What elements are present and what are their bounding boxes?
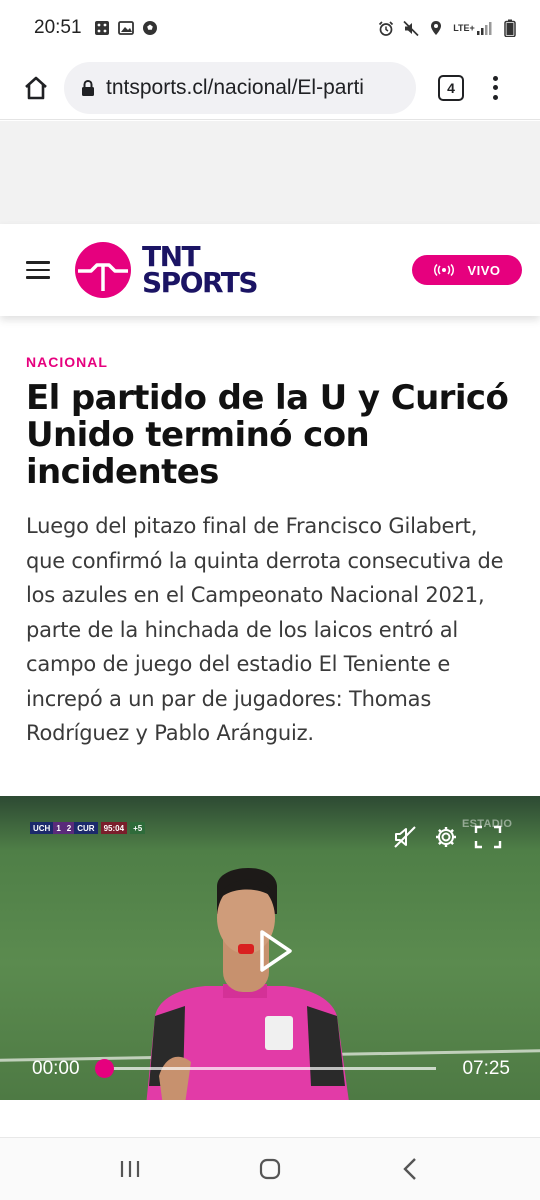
fullscreen-button[interactable] bbox=[474, 824, 502, 850]
scorebug-home-score: 1 bbox=[53, 822, 64, 834]
url-text: tntsports.cl/nacional/El-parti bbox=[106, 75, 364, 99]
lte-signal-icon: LTE+ bbox=[453, 20, 493, 36]
alarm-icon bbox=[378, 20, 394, 36]
soccer-ball-icon bbox=[142, 20, 158, 36]
volume-muted-icon bbox=[394, 826, 416, 848]
scorebug-away-score: 2 bbox=[63, 822, 75, 834]
battery-icon bbox=[502, 19, 518, 37]
referee-figure bbox=[146, 867, 349, 1100]
location-icon bbox=[428, 20, 444, 36]
home-nav-icon bbox=[259, 1158, 281, 1180]
address-bar[interactable]: tntsports.cl/nacional/El-parti bbox=[64, 61, 416, 114]
browser-toolbar: tntsports.cl/nacional/El-parti 4 bbox=[0, 56, 540, 120]
back-chevron-icon bbox=[403, 1158, 416, 1180]
dot-icon bbox=[492, 75, 498, 81]
hamburger-line bbox=[26, 276, 50, 279]
article-lead: Luego del pitazo final de Francisco Gila… bbox=[26, 514, 504, 745]
tnt-logo-mark-icon bbox=[75, 242, 131, 298]
volume-button[interactable] bbox=[392, 824, 420, 850]
status-left-icons bbox=[94, 20, 158, 36]
site-header: TNT SPORTS VIVO bbox=[0, 224, 540, 316]
dot-icon bbox=[492, 85, 498, 90]
gear-icon bbox=[436, 827, 456, 847]
overflow-menu-button[interactable] bbox=[490, 74, 500, 102]
play-icon bbox=[260, 930, 292, 972]
scorebug-home: UCH bbox=[30, 822, 54, 834]
system-nav-bar bbox=[0, 1138, 540, 1200]
status-time: 20:51 bbox=[34, 17, 82, 38]
home-nav-button[interactable] bbox=[255, 1154, 285, 1184]
live-label: VIVO bbox=[467, 262, 501, 278]
broadcast-icon bbox=[434, 264, 455, 276]
current-time: 00:00 bbox=[32, 1058, 80, 1079]
section-label[interactable]: NACIONAL bbox=[26, 354, 514, 370]
duration: 07:25 bbox=[462, 1058, 510, 1079]
status-bar: 20:51 LTE+ bbox=[0, 0, 540, 56]
scorebug-clock: 95:04 bbox=[100, 822, 128, 834]
progress-track[interactable] bbox=[104, 1067, 436, 1070]
scorebug: UCH 1 2 CUR 95:04 +5 bbox=[30, 822, 146, 834]
logo-line-2: SPORTS bbox=[142, 266, 259, 299]
content-divider bbox=[0, 1100, 540, 1138]
home-icon bbox=[25, 76, 47, 99]
ad-placeholder bbox=[0, 121, 540, 224]
back-button[interactable] bbox=[395, 1154, 425, 1184]
article: NACIONAL El partido de la U y Curicó Uni… bbox=[0, 316, 540, 751]
hamburger-line bbox=[26, 261, 50, 264]
home-button[interactable] bbox=[18, 70, 54, 106]
dot-icon bbox=[492, 94, 498, 100]
tnt-sports-logo[interactable]: TNT SPORTS bbox=[74, 241, 259, 299]
scorebug-added: +5 bbox=[130, 822, 146, 834]
status-right-icons: LTE+ bbox=[378, 19, 518, 37]
network-label: LTE+ bbox=[453, 22, 475, 33]
lock-icon bbox=[82, 79, 94, 96]
settings-button[interactable] bbox=[432, 824, 460, 850]
hamburger-menu-button[interactable] bbox=[26, 261, 50, 279]
live-button[interactable]: VIVO bbox=[412, 255, 522, 285]
recents-icon bbox=[120, 1161, 140, 1177]
tab-switcher-button[interactable]: 4 bbox=[438, 74, 464, 101]
fullscreen-icon bbox=[474, 825, 502, 849]
video-player[interactable]: UCH 1 2 CUR 95:04 +5 ESTADIO 00:00 07:25 bbox=[0, 796, 540, 1100]
play-button[interactable] bbox=[258, 928, 294, 974]
image-icon bbox=[117, 20, 134, 36]
hamburger-line bbox=[26, 268, 50, 272]
logo-wordmark: TNT SPORTS bbox=[142, 243, 259, 299]
recents-button[interactable] bbox=[115, 1154, 145, 1184]
mute-icon bbox=[403, 20, 419, 36]
seek-handle[interactable] bbox=[95, 1059, 114, 1078]
scorebug-away: CUR bbox=[74, 822, 98, 834]
article-headline: El partido de la U y Curicó Unido termin… bbox=[26, 378, 509, 492]
dice-icon bbox=[94, 20, 110, 36]
